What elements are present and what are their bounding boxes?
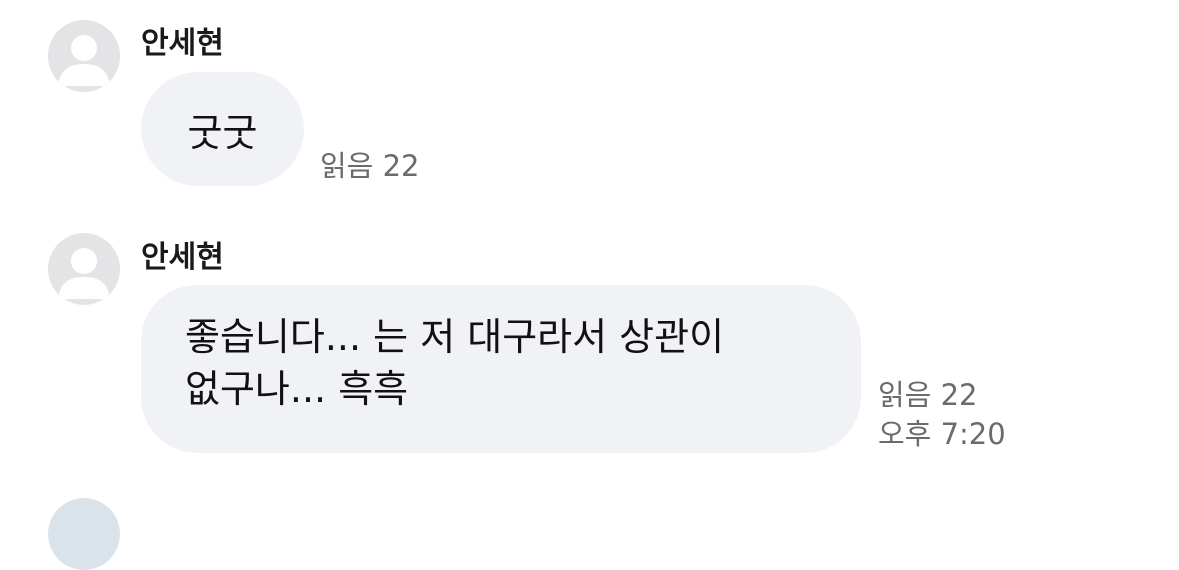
message-bubble[interactable]: 좋습니다... 는 저 대구라서 상관이 없구나... 흑흑 xyxy=(141,285,861,453)
default-user-avatar-icon xyxy=(58,248,110,299)
message-text: 굿굿 xyxy=(187,110,258,155)
read-count: 읽음 22 xyxy=(878,378,978,412)
sender-name[interactable]: 안세현 xyxy=(141,26,224,62)
default-user-avatar-icon xyxy=(58,35,110,86)
sender-avatar[interactable] xyxy=(48,233,120,305)
message-bubble[interactable]: 굿굿 xyxy=(141,72,304,186)
next-sender-avatar[interactable] xyxy=(48,498,120,570)
sender-name[interactable]: 안세현 xyxy=(141,240,224,276)
message-timestamp: 오후 7:20 xyxy=(878,417,1006,451)
message-text-line: 좋습니다... 는 저 대구라서 상관이 xyxy=(185,315,725,359)
sender-avatar[interactable] xyxy=(48,20,120,92)
read-count: 읽음 22 xyxy=(320,149,420,183)
message-text-line: 없구나... 흑흑 xyxy=(185,367,409,411)
